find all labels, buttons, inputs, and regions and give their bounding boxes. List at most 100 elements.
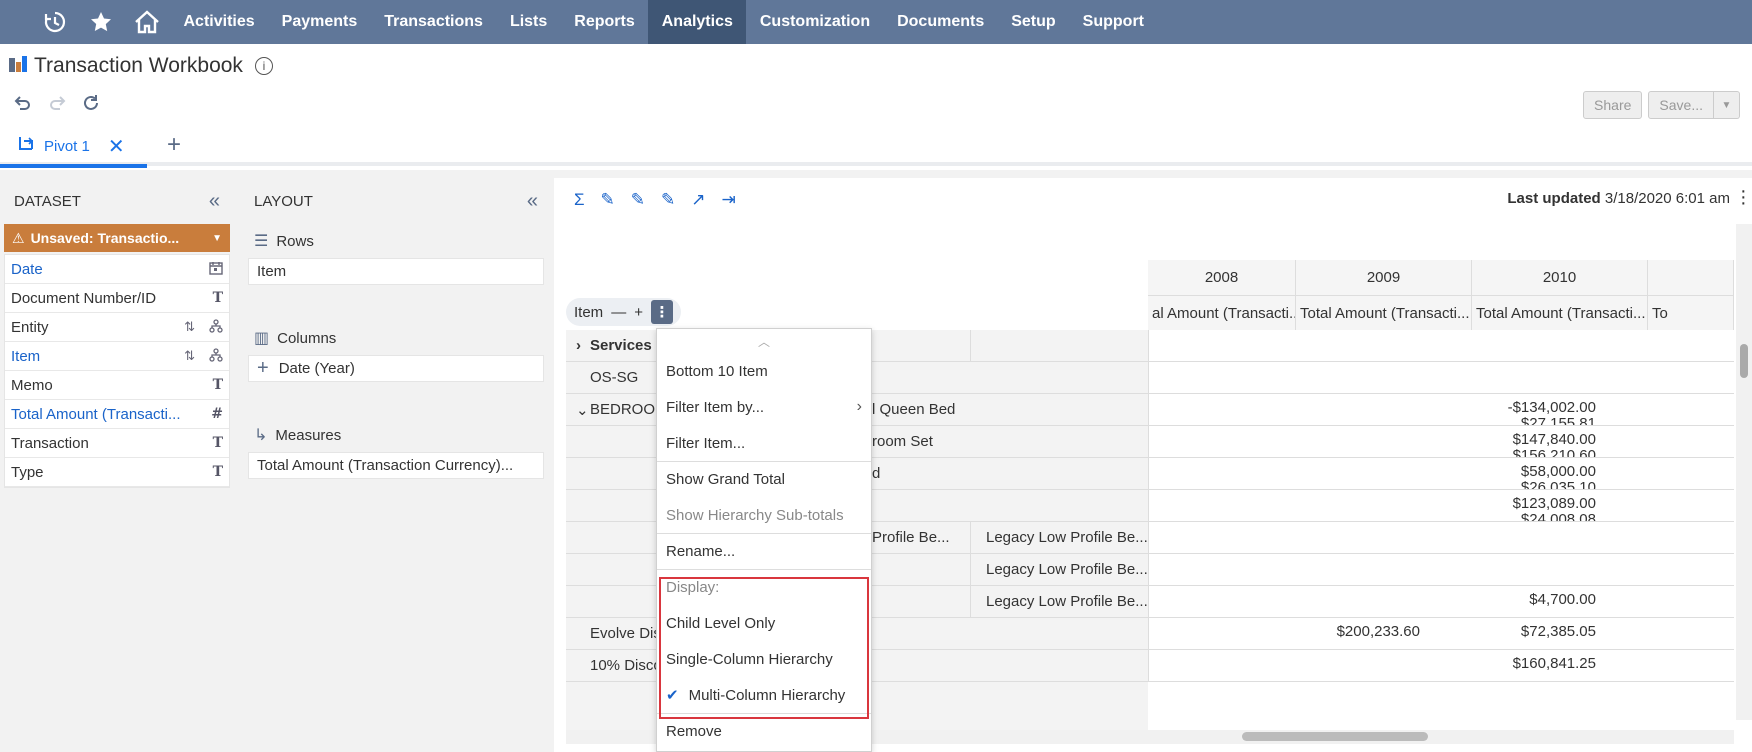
dataset-selector[interactable]: ⚠ Unsaved: Transactio... ▼ (4, 224, 230, 252)
measures-field[interactable]: Total Amount (Transaction Currency)... (257, 457, 513, 474)
sort-type-icon: ⇅ (184, 347, 195, 363)
tab-label: Pivot 1 (44, 137, 90, 155)
measures-section: ↳ Measures (254, 426, 342, 445)
nav-customization[interactable]: Customization (746, 0, 883, 44)
item-row-chip[interactable]: Item — + ⋮ (566, 298, 681, 326)
refresh-icon[interactable] (82, 94, 100, 112)
sum-icon[interactable]: Σ (574, 190, 585, 210)
layout-header: LAYOUT « (240, 178, 552, 224)
nav-transactions[interactable]: Transactions (371, 0, 497, 44)
close-icon[interactable]: ✕ (108, 134, 125, 159)
layout-title: LAYOUT (254, 192, 313, 210)
expand-row-icon[interactable]: › (576, 337, 581, 354)
star-icon[interactable] (78, 0, 124, 44)
nav-reports[interactable]: Reports (561, 0, 648, 44)
nav-lists[interactable]: Lists (496, 0, 560, 44)
vertical-scrollbar[interactable] (1736, 224, 1752, 720)
menu-filter-by[interactable]: Filter Item by... › (657, 389, 871, 425)
edit-columns-icon[interactable]: ✎ (631, 190, 645, 210)
expand-icon[interactable]: + (634, 304, 643, 321)
field-transaction[interactable]: Transaction T (5, 429, 229, 458)
field-type[interactable]: Type T (5, 458, 229, 487)
more-options-icon[interactable]: · · · (1740, 181, 1748, 213)
text-type-icon: T (212, 377, 223, 393)
year-header-next (1648, 260, 1734, 296)
menu-show-hierarchy-subtotals: Show Hierarchy Sub-totals (666, 506, 844, 524)
save-button[interactable]: Save... (1648, 91, 1714, 119)
edit-measures-icon[interactable]: ✎ (661, 190, 675, 210)
measures-drop-zone[interactable]: Total Amount (Transaction Currency)... (248, 452, 544, 479)
collapse-icon[interactable]: — (611, 304, 626, 321)
field-item[interactable]: Item ⇅ (5, 342, 229, 371)
info-icon[interactable]: i (254, 57, 273, 75)
field-total-amount[interactable]: Total Amount (Transacti... # (5, 400, 229, 429)
share-button[interactable]: Share (1583, 91, 1643, 119)
scroll-thumb[interactable] (1740, 344, 1748, 378)
year-header-2010[interactable]: 2010 (1472, 260, 1648, 296)
edit-rows-icon[interactable]: ✎ (601, 190, 615, 210)
add-tab-icon[interactable]: + (162, 133, 186, 158)
recent-icon[interactable] (32, 0, 78, 44)
measure-header: To (1648, 296, 1734, 332)
undo-icon[interactable] (14, 94, 32, 112)
pivot-icon (18, 135, 36, 157)
menu-show-grand-total[interactable]: Show Grand Total (657, 461, 871, 497)
nav-documents[interactable]: Documents (884, 0, 998, 44)
nav-setup[interactable]: Setup (998, 0, 1069, 44)
collapse-row-icon[interactable]: ⌄ (576, 401, 589, 419)
title-bar: Transaction Workbook i (8, 50, 273, 82)
field-entity[interactable]: Entity ⇅ (5, 313, 229, 342)
sort-type-icon: ⇅ (184, 318, 195, 334)
year-header-2008[interactable]: 2008 (1148, 260, 1296, 296)
nav-activities[interactable]: Activities (170, 0, 268, 44)
home-icon[interactable] (124, 0, 170, 44)
chart-icon[interactable]: ↗ (691, 190, 705, 210)
dataset-panel: DATASET « ⚠ Unsaved: Transactio... ▼ Dat… (0, 178, 234, 752)
columns-field[interactable]: Date (Year) (279, 360, 355, 377)
chevron-down-icon[interactable]: ▼ (212, 233, 222, 244)
dataset-title: DATASET (14, 192, 81, 210)
hierarchy-icon (209, 318, 223, 336)
menu-rename[interactable]: Rename... (657, 533, 871, 569)
measure-header: Total Amount (Transacti... (1472, 296, 1648, 332)
hierarchy-icon (209, 347, 223, 365)
rows-field[interactable]: Item (257, 263, 286, 280)
chevron-up-icon[interactable]: ︿ (657, 329, 871, 353)
rows-drop-zone[interactable]: Item (248, 258, 544, 285)
tab-pivot-1[interactable]: Pivot 1 ✕ (0, 128, 147, 168)
collapse-columns-icon[interactable]: ⇥ (722, 190, 736, 210)
columns-drop-zone[interactable]: + Date (Year) (248, 355, 544, 382)
collapse-layout-icon[interactable]: « (527, 190, 538, 213)
more-options-icon[interactable]: ⋮ (650, 300, 673, 324)
calendar-icon (209, 261, 223, 278)
pivot-toolbar: Σ ✎ ✎ ✎ ↗ ⇥ (574, 190, 736, 210)
menu-bottom-10[interactable]: Bottom 10 Item (657, 353, 871, 389)
measures-icon: ↳ (254, 427, 268, 444)
workbook-icon (8, 54, 30, 79)
expand-icon[interactable]: + (257, 357, 269, 380)
last-updated: Last updated 3/18/2020 6:01 am (1507, 190, 1730, 207)
year-header-2009[interactable]: 2009 (1296, 260, 1472, 296)
display-options-highlight (659, 577, 869, 719)
save-group: Save... ▼ (1648, 91, 1740, 119)
save-dropdown-icon[interactable]: ▼ (1714, 91, 1740, 119)
chevron-right-icon: › (856, 398, 862, 415)
text-type-icon: T (212, 290, 223, 306)
collapse-dataset-icon[interactable]: « (209, 190, 220, 213)
redo-icon[interactable] (48, 94, 66, 112)
nav-support[interactable]: Support (1069, 0, 1157, 44)
scroll-thumb[interactable] (1242, 732, 1428, 741)
field-date[interactable]: Date (5, 255, 229, 284)
field-memo[interactable]: Memo T (5, 371, 229, 400)
rows-section: ☰ Rows (254, 232, 314, 251)
text-type-icon: T (212, 464, 223, 480)
field-document-number[interactable]: Document Number/ID T (5, 284, 229, 313)
nav-payments[interactable]: Payments (268, 0, 371, 44)
columns-icon: ▥ (254, 330, 270, 347)
menu-filter-item[interactable]: Filter Item... (657, 425, 871, 461)
field-list: Date Document Number/ID T Entity ⇅ Item … (4, 254, 230, 488)
nav-analytics[interactable]: Analytics (648, 0, 747, 44)
warning-icon: ⚠ (12, 229, 25, 246)
dataset-header: DATASET « (0, 178, 234, 224)
number-type-icon: # (211, 406, 223, 422)
